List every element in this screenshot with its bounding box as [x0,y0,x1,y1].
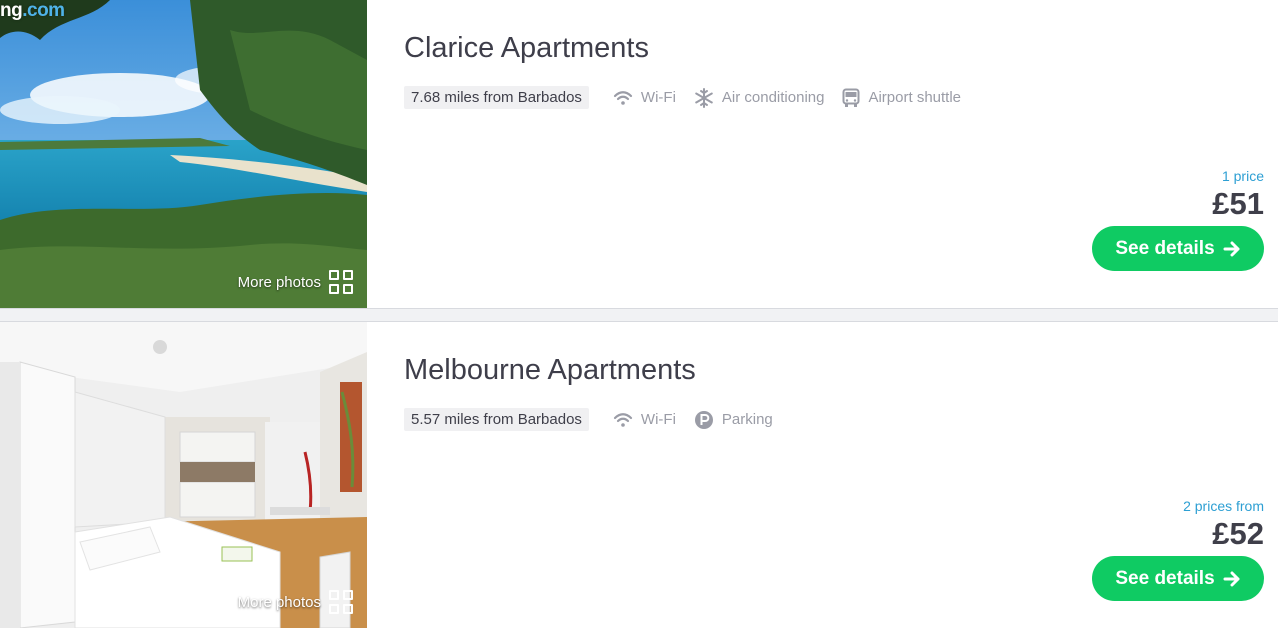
more-photos-link[interactable]: More photos [238,590,353,614]
amenity-air-conditioning: Air conditioning [694,87,825,108]
more-photos-link[interactable]: More photos [238,270,353,294]
brand-watermark: ng.com [0,0,65,21]
hotel-photo[interactable]: ng.com More photos [0,0,367,308]
amenity-wifi: Wi-Fi [613,88,676,108]
room-photo-image [0,322,367,628]
amenity-label: Wi-Fi [640,411,676,428]
bus-icon [842,88,860,107]
hotel-title[interactable]: Clarice Apartments [404,32,649,65]
price-block: 2 prices from £52 [1183,498,1264,552]
parking-icon [694,410,713,429]
gallery-grid-icon [329,590,353,614]
amenities-list: Wi-Fi Air conditioning Airport shuttle [613,87,961,108]
price-value: £51 [1212,186,1264,221]
amenity-label: Wi-Fi [640,89,676,106]
amenity-wifi: Wi-Fi [613,410,676,430]
more-photos-label: More photos [237,273,321,291]
gallery-grid-icon [329,270,353,294]
hotel-meta: 5.57 miles from Barbados Wi-Fi Parking [404,408,773,431]
hotel-listing-card: More photos Melbourne Apartments 5.57 mi… [0,322,1278,628]
wifi-icon [613,412,633,427]
price-block: 1 price £51 [1212,168,1264,222]
see-details-label: See details [1115,237,1215,259]
price-value: £52 [1212,516,1264,551]
price-count: 2 prices from [1183,498,1264,514]
wifi-icon [613,90,633,105]
hotel-meta: 7.68 miles from Barbados Wi-Fi Air condi… [404,86,961,109]
listing-separator [0,308,1278,322]
hotel-photo[interactable]: More photos [0,322,367,628]
distance-badge: 5.57 miles from Barbados [404,408,589,431]
see-details-label: See details [1115,567,1215,589]
beach-photo-image [0,0,367,308]
see-details-button[interactable]: See details [1092,226,1264,271]
hotel-listing-card: ng.com More photos Clarice Apartments 7.… [0,0,1278,308]
amenities-list: Wi-Fi Parking [613,410,773,430]
more-photos-label: More photos [237,593,321,611]
amenity-label: Parking [721,411,773,428]
amenity-label: Airport shuttle [868,89,962,106]
distance-badge: 7.68 miles from Barbados [404,86,589,109]
amenity-airport-shuttle: Airport shuttle [842,88,961,108]
arrow-right-icon [1223,241,1240,256]
arrow-right-icon [1223,571,1240,586]
amenity-parking: Parking [694,410,773,430]
snowflake-icon [695,87,713,108]
price-count: 1 price [1221,168,1264,184]
hotel-title[interactable]: Melbourne Apartments [404,354,696,387]
see-details-button[interactable]: See details [1092,556,1264,601]
amenity-label: Air conditioning [721,89,825,106]
